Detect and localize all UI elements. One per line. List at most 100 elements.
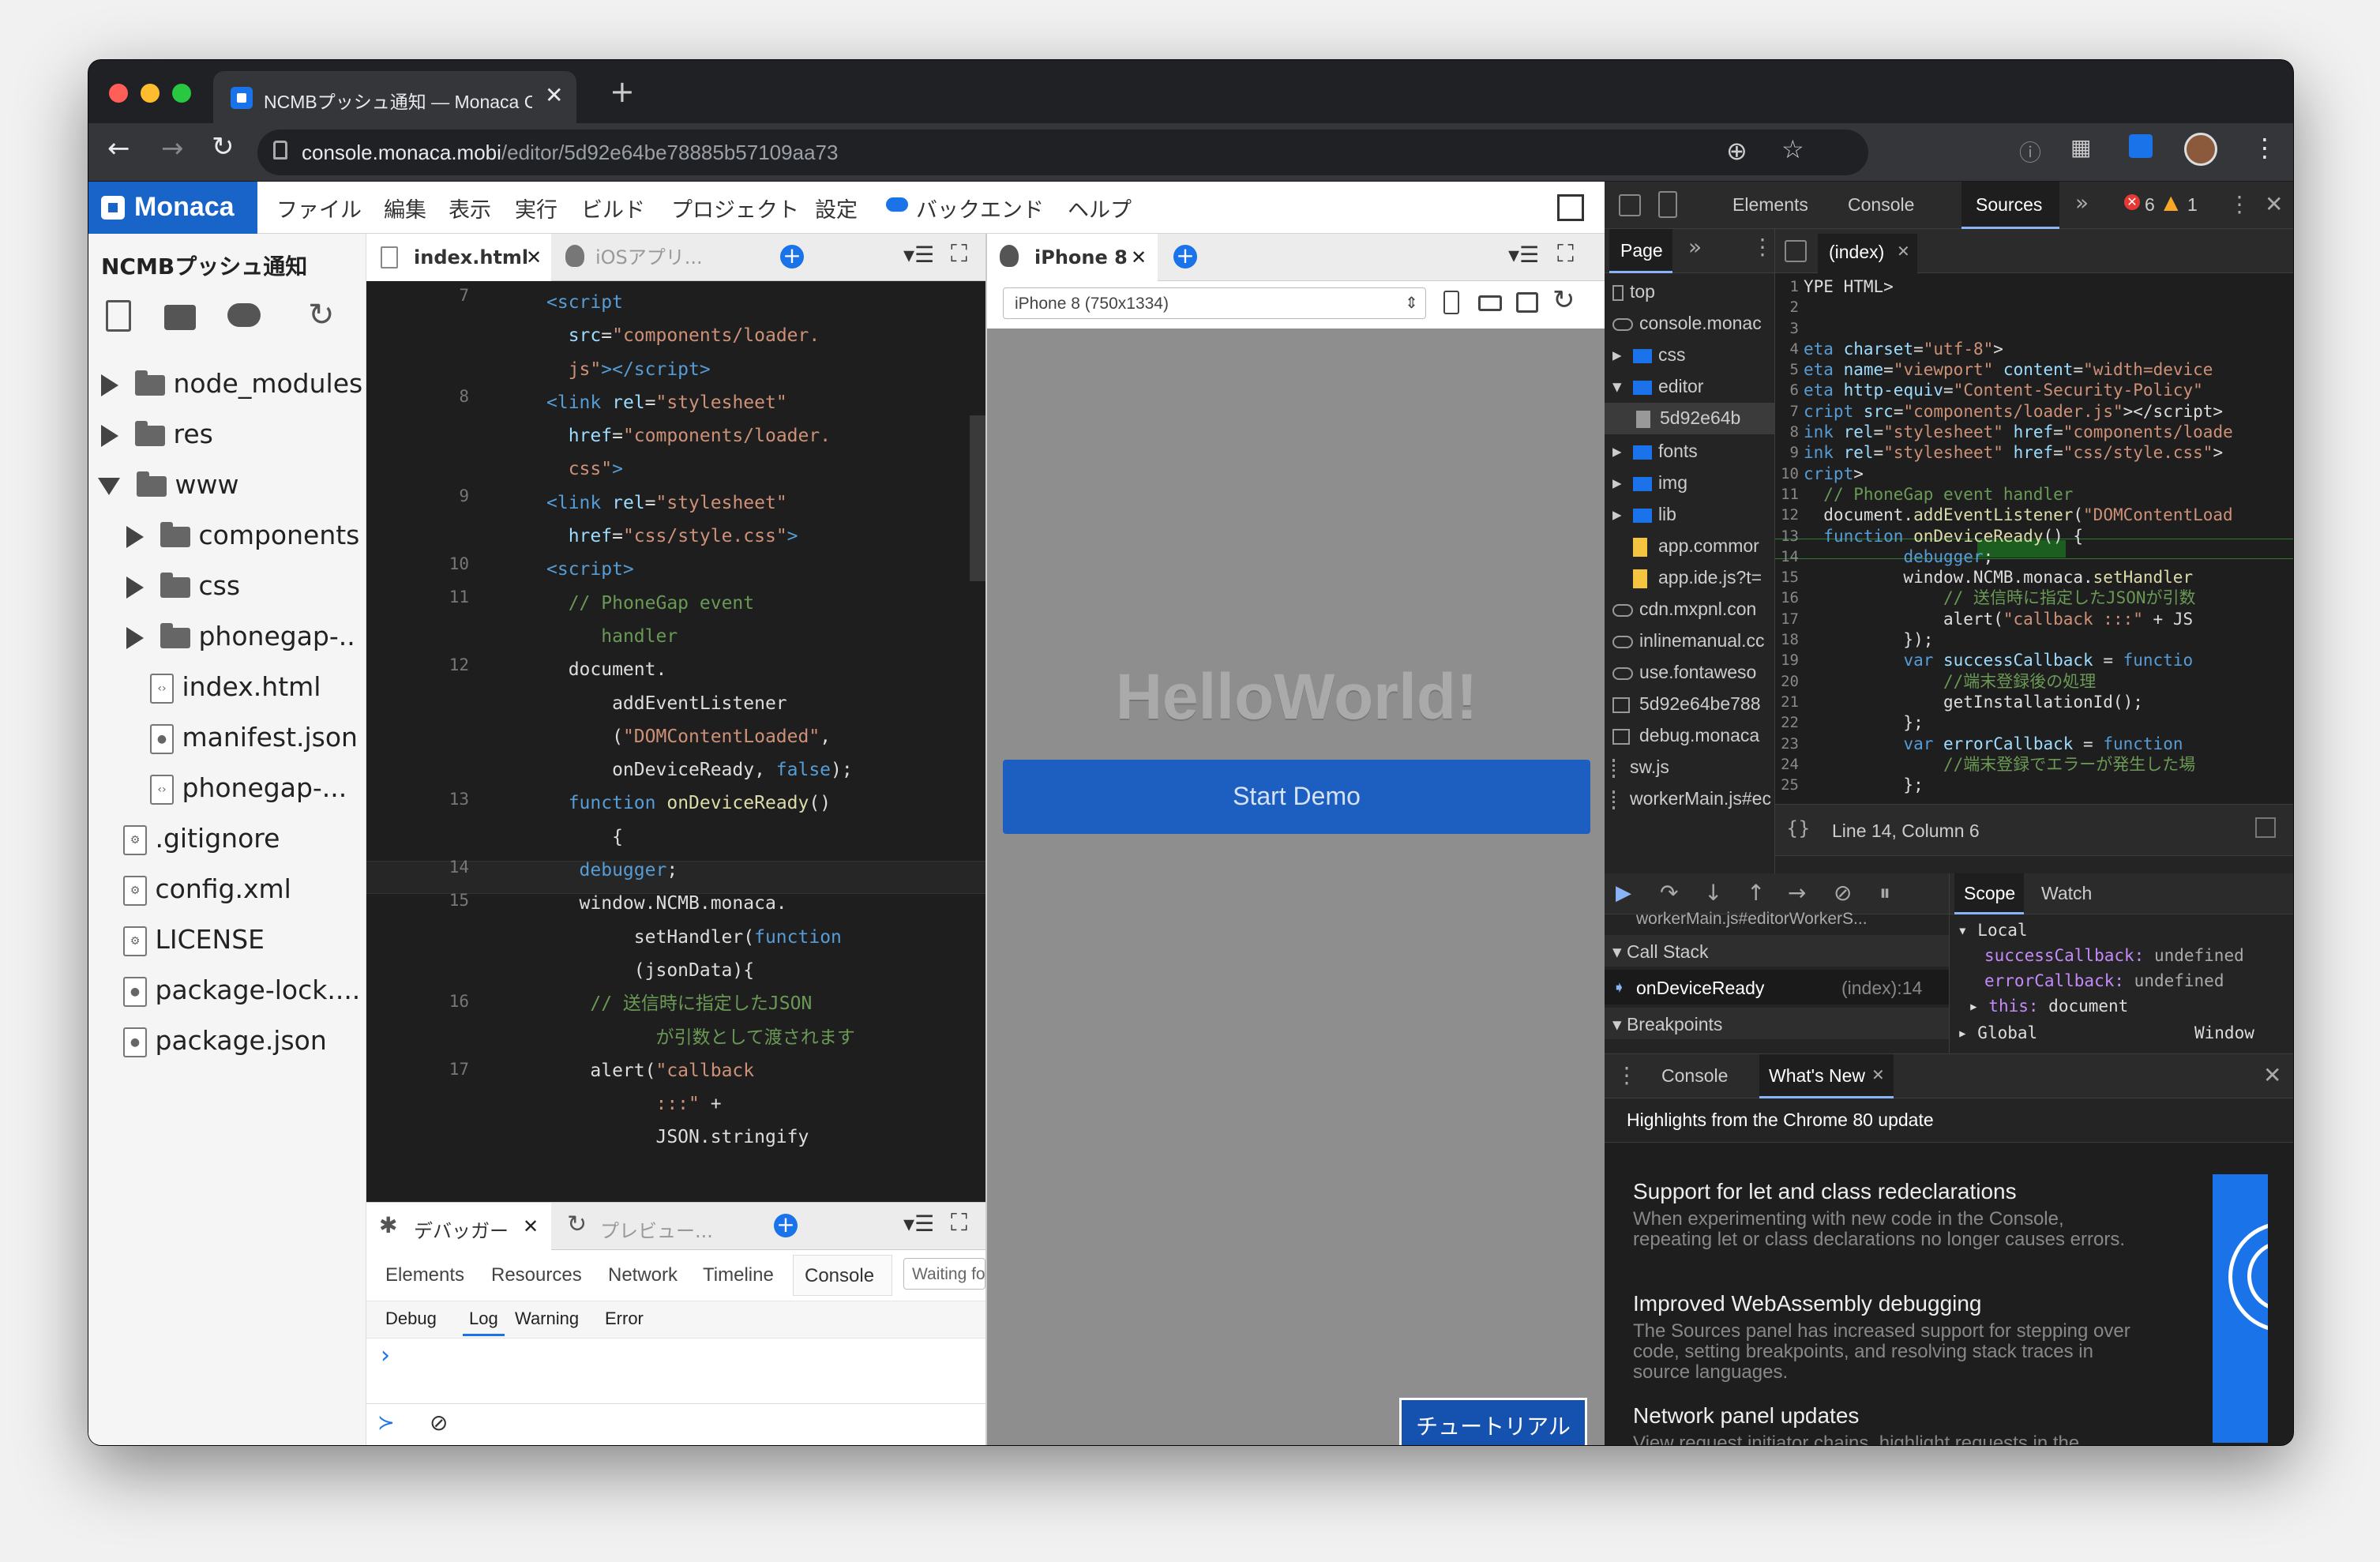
device-toolbar-icon[interactable] [1658, 191, 1677, 218]
close-drawer-icon[interactable]: ✕ [2263, 1062, 2281, 1088]
execute-icon[interactable]: ≻ [377, 1411, 395, 1435]
maximize-window-button[interactable] [172, 84, 191, 103]
close-tab-icon[interactable]: ✕ [545, 82, 563, 108]
tree-top[interactable]: top [1612, 281, 1655, 302]
tab-ios-app[interactable]: iOSアプリ... [556, 234, 745, 281]
portrait-icon[interactable] [1443, 291, 1459, 314]
landscape-icon[interactable] [1478, 295, 1502, 311]
new-tab-icon[interactable]: + [610, 74, 635, 109]
bookmark-star-icon[interactable]: ☆ [1781, 134, 1804, 164]
close-tab-icon[interactable]: ✕ [523, 1215, 539, 1237]
subtab-timeline[interactable]: Timeline [703, 1264, 774, 1286]
menu-backend[interactable]: バックエンド [916, 193, 1044, 223]
close-file-icon[interactable]: ✕ [1897, 242, 1910, 261]
drawer-tab-whats-new[interactable]: What's New ✕ [1759, 1054, 1894, 1098]
toggle-navigator-icon[interactable] [1785, 240, 1807, 262]
scope-var[interactable]: ▸ this: document [1969, 997, 2128, 1016]
tree-sw-js[interactable]: sw.js [1612, 757, 1669, 778]
error-count[interactable]: 6 [2145, 194, 2155, 216]
tree-editor[interactable]: ▾ editor [1612, 376, 1703, 397]
tree-selected-file[interactable]: 5d92e64b [1605, 403, 1774, 434]
info-icon[interactable]: ⓘ [2019, 136, 2041, 167]
news-heading[interactable]: Improved WebAssembly debugging [1633, 1291, 1982, 1316]
resume-icon[interactable]: ▶ [1616, 881, 1631, 905]
tab-preview[interactable]: ↻ プレビュー... [556, 1203, 745, 1250]
qr-icon[interactable]: ▦ [2070, 134, 2091, 160]
device-select[interactable]: iPhone 8 (750x1334) ⇕ [1003, 287, 1426, 319]
fullscreen-toggle-icon[interactable] [1557, 194, 1584, 221]
tree-item-gitignore[interactable]: ⚙ .gitignore [123, 823, 280, 855]
menu-view[interactable]: 表示 [449, 193, 491, 223]
tab-index-html[interactable]: index.html ✕ [366, 234, 551, 281]
tree-img[interactable]: ▸ img [1612, 472, 1687, 494]
menu-project[interactable]: プロジェクト [671, 193, 799, 223]
menu-edit[interactable]: 編集 [384, 193, 426, 223]
pause-exceptions-icon[interactable]: ⏸ [1879, 880, 1890, 907]
tree-item-package-lock[interactable]: ● package-lock.... [123, 974, 360, 1007]
pretty-print-icon[interactable]: {} [1786, 817, 1811, 839]
avatar[interactable] [2184, 133, 2217, 166]
coverage-icon[interactable] [2255, 817, 2276, 838]
menu-help[interactable]: ヘルプ [1068, 193, 1132, 223]
warning-count[interactable]: 1 [2187, 194, 2198, 216]
tab-list-icon[interactable]: ▾☰ [903, 1211, 934, 1237]
tree-item-license[interactable]: ⚙ LICENSE [123, 924, 265, 956]
add-tab-icon[interactable]: + [780, 245, 804, 268]
chrome-menu-icon[interactable]: ⋮ [2252, 133, 2277, 163]
tree-worker-main[interactable]: workerMain.js#ec [1612, 788, 1771, 809]
level-error[interactable]: Error [605, 1309, 644, 1329]
level-debug[interactable]: Debug [385, 1309, 437, 1329]
tree-css[interactable]: ▸ css [1612, 344, 1685, 366]
tree-item-phonegap-folder[interactable]: phonegap-.. [126, 621, 355, 651]
devtools-tab-elements[interactable]: Elements [1732, 194, 1808, 216]
refresh-icon[interactable]: ↻ [308, 297, 335, 333]
tutorial-button[interactable]: チュートリアル [1399, 1398, 1587, 1445]
menu-file[interactable]: ファイル [276, 193, 362, 223]
screenshot-icon[interactable] [1516, 292, 1538, 313]
code-area[interactable]: 7 8 9 10 11 12 13 14 15 16 17 <script sr… [366, 281, 985, 1202]
menu-settings[interactable]: 設定 [815, 193, 858, 223]
breakpoints-header[interactable]: ▾ Breakpoints [1605, 1008, 1949, 1039]
tab-list-icon[interactable]: ▾☰ [1508, 242, 1539, 268]
tree-cdn-mxpnl[interactable]: cdn.mxpnl.con [1612, 599, 1756, 620]
tree-item-res[interactable]: res [101, 419, 213, 449]
tab-debugger[interactable]: ✱ デバッガー ✕ [366, 1203, 551, 1250]
drawer-menu-icon[interactable]: ⋮ [1616, 1062, 1638, 1088]
tree-fontawesome[interactable]: use.fontaweso [1612, 662, 1756, 683]
extension-icon[interactable] [2129, 134, 2153, 158]
tree-item-css[interactable]: css [126, 570, 240, 601]
more-nav-icon[interactable]: » [1688, 234, 1702, 260]
subtab-elements[interactable]: Elements [385, 1264, 464, 1286]
tree-console-monaca[interactable]: console.monac [1612, 313, 1762, 334]
menu-run[interactable]: 実行 [515, 193, 557, 223]
reload-preview-icon[interactable]: ↻ [1552, 284, 1575, 316]
step-out-icon[interactable]: ↑ [1747, 880, 1765, 906]
tree-inlinemanual[interactable]: inlinemanual.cc [1612, 630, 1765, 651]
level-log[interactable]: Log [463, 1309, 505, 1336]
deactivate-breakpoints-icon[interactable]: ⊘ [1834, 880, 1852, 906]
tree-item-config[interactable]: ⚙ config.xml [123, 873, 291, 906]
news-heading[interactable]: Support for let and class redeclarations [1633, 1179, 2017, 1204]
subtab-resources[interactable]: Resources [491, 1264, 582, 1286]
close-window-button[interactable] [109, 84, 128, 103]
step-over-icon[interactable]: ↷ [1660, 880, 1678, 906]
tree-debug-monaca[interactable]: debug.monaca [1612, 725, 1759, 746]
add-tab-icon[interactable]: + [1173, 245, 1197, 268]
tree-lib[interactable]: ▸ lib [1612, 504, 1676, 525]
scope-global[interactable]: ▸ Global [1958, 1023, 2037, 1042]
subtab-network[interactable]: Network [608, 1264, 678, 1286]
clear-console-icon[interactable]: ⊘ [430, 1410, 448, 1436]
forward-icon[interactable]: → [161, 133, 184, 164]
close-devtools-icon[interactable]: ✕ [2265, 191, 2283, 217]
tab-iphone8[interactable]: iPhone 8 ✕ [987, 234, 1158, 281]
address-bar[interactable]: console.monaca.mobi/editor/5d92e64be7888… [257, 130, 1868, 175]
monaca-logo[interactable]: Monaca [88, 182, 257, 234]
upload-icon[interactable] [227, 303, 261, 327]
tree-app-ide[interactable]: app.ide.js?t= [1633, 567, 1762, 588]
tab-list-icon[interactable]: ▾☰ [903, 242, 934, 268]
nav-menu-icon[interactable]: ⋮ [1751, 234, 1774, 260]
devtools-menu-icon[interactable]: ⋮ [2228, 191, 2250, 217]
tree-item-node-modules[interactable]: node_modules [101, 368, 362, 399]
minimize-window-button[interactable] [141, 84, 160, 103]
inspect-icon[interactable] [1619, 194, 1641, 216]
